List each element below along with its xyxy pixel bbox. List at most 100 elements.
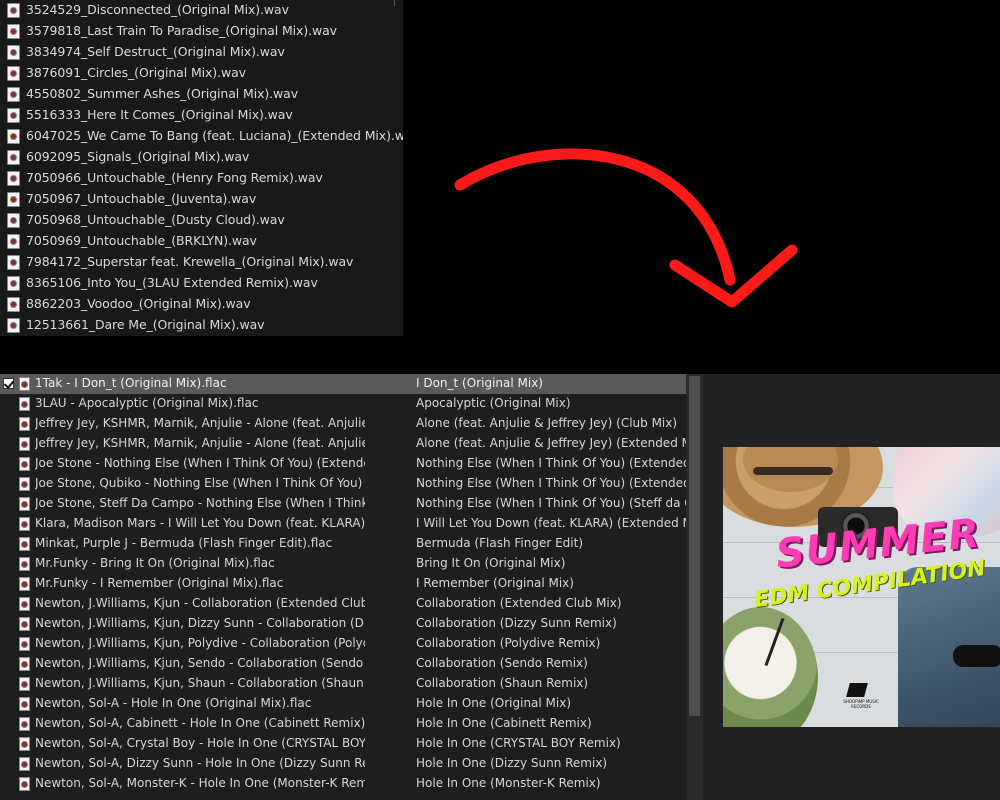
file-list-item[interactable]: 6092095_Signals_(Original Mix).wav (0, 147, 403, 168)
audio-file-icon (19, 477, 30, 491)
track-filename: 3LAU - Apocalyptic (Original Mix).flac (35, 396, 259, 410)
file-name: 3876091_Circles_(Original Mix).wav (26, 65, 246, 80)
audio-file-icon (19, 677, 30, 691)
file-name: 4550802_Summer Ashes_(Original Mix).wav (26, 86, 299, 101)
audio-file-icon (7, 213, 20, 228)
track-filename: Newton, Sol-A, Dizzy Sunn - Hole In One … (35, 756, 365, 770)
red-curved-arrow-icon (454, 148, 798, 308)
track-row[interactable]: Mr.Funky - I Remember (Original Mix).fla… (0, 574, 686, 594)
audio-file-icon (19, 777, 30, 791)
audio-file-icon (7, 129, 20, 144)
file-name: 7984172_Superstar feat. Krewella_(Origin… (26, 254, 354, 269)
audio-file-icon (19, 577, 30, 591)
file-list-item[interactable]: 7050969_Untouchable_(BRKLYN).wav (0, 231, 403, 252)
track-row[interactable]: 1Tak - I Don_t (Original Mix).flac I Don_… (0, 374, 686, 394)
track-row[interactable]: Newton, Sol-A - Hole In One (Original Mi… (0, 694, 686, 714)
track-filename: Newton, Sol-A - Hole In One (Original Mi… (35, 696, 312, 710)
track-filename: Newton, Sol-A, Monster-K - Hole In One (… (35, 776, 365, 790)
file-name: 6047025_We Came To Bang (feat. Luciana)_… (26, 128, 403, 143)
track-title: Hole In One (CRYSTAL BOY Remix) (416, 736, 621, 750)
file-list-item[interactable]: 3524529_Disconnected_(Original Mix).wav (0, 0, 403, 21)
file-name: 3834974_Self Destruct_(Original Mix).wav (26, 44, 285, 59)
audio-file-icon (19, 457, 30, 471)
track-row[interactable]: Newton, J.Williams, Kjun - Collaboration… (0, 594, 686, 614)
track-filename: Jeffrey Jey, KSHMR, Marnik, Anjulie - Al… (35, 436, 365, 450)
audio-file-icon (19, 557, 30, 571)
track-row[interactable]: Newton, J.Williams, Kjun, Polydive - Col… (0, 634, 686, 654)
audio-file-icon (19, 537, 30, 551)
file-list-item[interactable]: 8365106_Into You_(3LAU Extended Remix).w… (0, 273, 403, 294)
track-title: Apocalyptic (Original Mix) (416, 396, 571, 410)
file-list-item[interactable]: 7050966_Untouchable_(Henry Fong Remix).w… (0, 168, 403, 189)
file-name: 7050968_Untouchable_(Dusty Cloud).wav (26, 212, 285, 227)
file-list-item[interactable]: 3834974_Self Destruct_(Original Mix).wav (0, 42, 403, 63)
track-filename: 1Tak - I Don_t (Original Mix).flac (35, 376, 227, 390)
audio-file-icon (7, 318, 20, 333)
track-filename: Joe Stone, Qubiko - Nothing Else (When I… (35, 476, 365, 490)
file-name: 3524529_Disconnected_(Original Mix).wav (26, 2, 289, 17)
track-list-pane: 1Tak - I Don_t (Original Mix).flac I Don_… (0, 374, 703, 800)
album-cover-image: SUMMER EDM COMPILATION SHOOPIMP MUSIC RE… (723, 447, 1000, 727)
file-name: 3579818_Last Train To Paradise_(Original… (26, 23, 337, 38)
track-row[interactable]: Newton, J.Williams, Kjun, Dizzy Sunn - C… (0, 614, 686, 634)
audio-file-icon (19, 657, 30, 671)
track-row[interactable]: Newton, Sol-A, Monster-K - Hole In One (… (0, 774, 686, 794)
track-title: Alone (feat. Anjulie & Jeffrey Jey) (Clu… (416, 416, 678, 430)
audio-file-icon (7, 234, 20, 249)
track-row[interactable]: Joe Stone, Steff Da Campo - Nothing Else… (0, 494, 688, 514)
record-label-text: SHOOPIMP MUSIC RECORDS (843, 699, 879, 709)
track-row[interactable]: Newton, Sol-A, Cabinett - Hole In One (C… (0, 714, 686, 734)
track-row[interactable]: Joe Stone - Nothing Else (When I Think O… (0, 454, 688, 474)
track-row[interactable]: Minkat, Purple J - Bermuda (Flash Finger… (0, 534, 686, 554)
audio-file-icon (7, 66, 20, 81)
track-filename: Joe Stone, Steff Da Campo - Nothing Else… (35, 496, 365, 510)
checkbox-icon[interactable] (3, 378, 14, 389)
track-title: Collaboration (Polydive Remix) (416, 636, 601, 650)
audio-file-icon (7, 255, 20, 270)
track-filename: Mr.Funky - I Remember (Original Mix).fla… (35, 576, 284, 590)
track-row[interactable]: Jeffrey Jey, KSHMR, Marnik, Anjulie - Al… (0, 414, 686, 434)
file-list-item[interactable]: 6047025_We Came To Bang (feat. Luciana)_… (0, 126, 403, 147)
file-list-item[interactable]: 4550802_Summer Ashes_(Original Mix).wav (0, 84, 403, 105)
file-list-item[interactable]: 7984172_Superstar feat. Krewella_(Origin… (0, 252, 403, 273)
track-row[interactable]: Mr.Funky - Bring It On (Original Mix).fl… (0, 554, 686, 574)
track-row[interactable]: Klara, Madison Mars - I Will Let You Dow… (0, 514, 688, 534)
track-title: Hole In One (Cabinett Remix) (416, 716, 592, 730)
track-filename: Newton, J.Williams, Kjun - Collaboration… (35, 596, 365, 610)
file-name: 6092095_Signals_(Original Mix).wav (26, 149, 250, 164)
track-filename: Jeffrey Jey, KSHMR, Marnik, Anjulie - Al… (35, 416, 365, 430)
album-art-pane: SUMMER EDM COMPILATION SHOOPIMP MUSIC RE… (703, 374, 1000, 800)
audio-file-icon (19, 757, 30, 771)
scrollbar-thumb[interactable] (689, 376, 700, 716)
audio-file-icon (19, 617, 30, 631)
track-title: Hole In One (Dizzy Sunn Remix) (416, 756, 608, 770)
track-row[interactable]: Joe Stone, Qubiko - Nothing Else (When I… (0, 474, 688, 494)
file-name: 7050966_Untouchable_(Henry Fong Remix).w… (26, 170, 323, 185)
file-list-item[interactable]: 7050967_Untouchable_(Juventa).wav (0, 189, 403, 210)
audio-file-icon (19, 717, 30, 731)
track-row[interactable]: Newton, J.Williams, Kjun, Shaun - Collab… (0, 674, 686, 694)
track-title: Collaboration (Shaun Remix) (416, 676, 589, 690)
track-row[interactable]: Jeffrey Jey, KSHMR, Marnik, Anjulie - Al… (0, 434, 688, 454)
track-title: Collaboration (Sendo Remix) (416, 656, 588, 670)
audio-file-icon (7, 45, 20, 60)
track-title: Hole In One (Monster-K Remix) (416, 776, 601, 790)
audio-file-icon (19, 517, 30, 531)
audio-file-icon (19, 417, 30, 431)
file-list-item[interactable]: 8862203_Voodoo_(Original Mix).wav (0, 294, 403, 315)
track-row[interactable]: Newton, J.Williams, Kjun, Sendo - Collab… (0, 654, 686, 674)
track-row[interactable]: Newton, Sol-A, Dizzy Sunn - Hole In One … (0, 754, 686, 774)
file-list-item[interactable]: 3579818_Last Train To Paradise_(Original… (0, 21, 403, 42)
record-label-logo-icon (846, 683, 868, 697)
file-list-item[interactable]: 12513661_Dare Me_(Original Mix).wav (0, 315, 403, 336)
track-title: Collaboration (Extended Club Mix) (416, 596, 622, 610)
file-list-item[interactable]: 3876091_Circles_(Original Mix).wav (0, 63, 403, 84)
track-row[interactable]: Newton, Sol-A, Crystal Boy - Hole In One… (0, 734, 686, 754)
track-title: Hole In One (Original Mix) (416, 696, 572, 710)
file-list-item[interactable]: 7050968_Untouchable_(Dusty Cloud).wav (0, 210, 403, 231)
file-list-item[interactable]: 5516333_Here It Comes_(Original Mix).wav (0, 105, 403, 126)
track-title: Bring It On (Original Mix) (416, 556, 566, 570)
hat-band (753, 467, 833, 475)
audio-file-icon (7, 297, 20, 312)
track-row[interactable]: 3LAU - Apocalyptic (Original Mix).flac Ap… (0, 394, 686, 414)
